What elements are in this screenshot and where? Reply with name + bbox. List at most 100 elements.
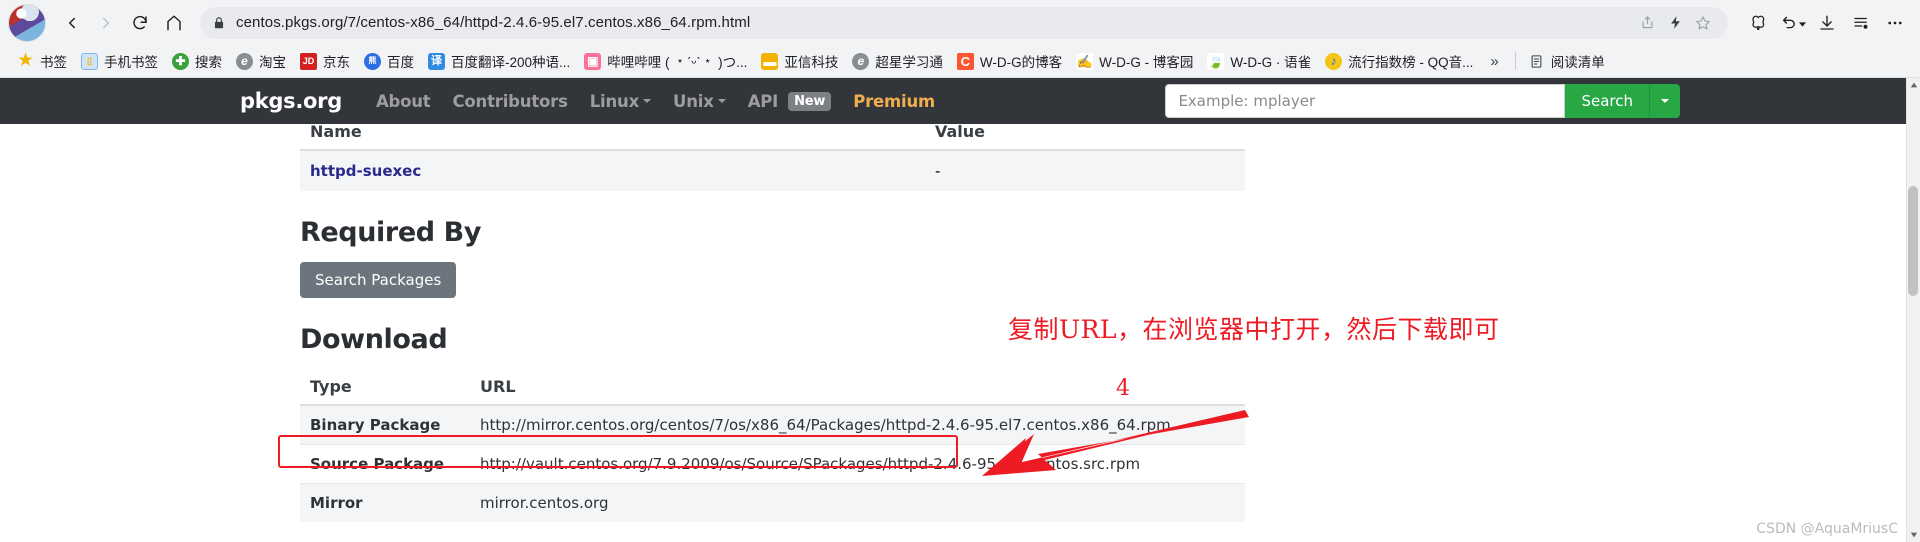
scrollbar-thumb[interactable] [1908,186,1918,296]
bookmark-label: W-D-G - 博客园 [1099,51,1193,71]
reading-list-button[interactable]: 阅读清单 [1522,48,1612,74]
bookmark-item[interactable]: ★ 书签 [10,48,74,74]
annotation-number: 4 [1116,376,1130,401]
provides-table-wrap: Name Value httpd-suexec - [300,116,1620,191]
bookmark-label: 百度翻译-200种语... [451,51,570,71]
star-icon[interactable] [1690,10,1716,36]
yuque-icon: 🍃 [1207,53,1224,70]
annotation-text: 复制URL，在浏览器中打开，然后下载即可 [1008,310,1500,346]
bookmark-item[interactable]: ✍ W-D-G - 博客园 [1069,48,1200,74]
bookmarks-overflow-button[interactable]: » [1480,51,1508,72]
url-text: centos.pkgs.org/7/centos-x86_64/httpd-2.… [236,14,1628,31]
bookmarks-bar: ★ 书签 ▯ 手机书签 ✚搜索e淘宝JD京东熊百度译百度翻译-200种语... ▣ 哔哩哔哩… [0,45,1920,78]
bookmark-label: W-D-G的博客 [980,51,1062,71]
profile-avatar[interactable] [8,4,46,42]
back-button[interactable] [56,7,88,39]
nav-link-about-label: About [376,92,431,111]
bookmark-label: 百度 [387,51,414,71]
bookmark-label: 流行指数榜 - QQ音... [1348,51,1473,71]
bookmark-item[interactable]: 熊百度 [357,48,421,74]
nav-link-contributors[interactable]: Contributors [453,92,568,111]
nav-link-unix[interactable]: Unix [673,92,726,111]
star-icon: ★ [17,53,34,70]
share-icon[interactable] [1634,10,1660,36]
bookmark-item[interactable]: ▣ 哔哩哔哩 ( ﹡ˊᵕˋ﹡ )つ... [577,48,754,74]
nav-link-about[interactable]: About [376,92,431,111]
reload-button[interactable] [124,7,156,39]
nav-link-api-label: API [748,92,778,111]
bookmark-item[interactable]: e淘宝 [229,48,293,74]
scroll-up-arrow[interactable] [1907,78,1920,92]
nav-link-unix-label: Unix [673,92,714,111]
bilibili-icon: ▣ [584,53,601,70]
reading-list-icon [1529,54,1544,69]
cnblogs-icon: ✍ [1076,53,1093,70]
bookmark-label: 书签 [40,51,67,71]
nav-link-contributors-label: Contributors [453,92,568,111]
nav-link-api[interactable]: API New [748,92,832,111]
history-back-icon[interactable] [1778,8,1808,38]
bookmark-item[interactable]: e 超星学习通 [845,48,950,74]
nav-link-premium[interactable]: Premium [853,92,935,111]
scroll-down-arrow[interactable] [1907,528,1920,542]
bookmark-item[interactable]: 🍃W-D-G · 语雀 [1200,48,1318,74]
bookmark-items: ★ 书签 ▯ 手机书签 ✚搜索e淘宝JD京东熊百度译百度翻译-200种语... ▣ 哔哩哔哩… [10,48,1480,74]
search-input[interactable] [1165,84,1565,118]
search-button[interactable]: Search [1565,84,1650,118]
downloads-icon[interactable] [1812,8,1842,38]
bookmark-item[interactable]: JD京东 [293,48,357,74]
address-bar[interactable]: centos.pkgs.org/7/centos-x86_64/httpd-2.… [200,7,1728,39]
bookmark-item[interactable]: ♪流行指数榜 - QQ音... [1318,48,1480,74]
bookmark-item[interactable]: 译百度翻译-200种语... [421,48,577,74]
home-button[interactable] [158,7,190,39]
bookmarks-separator [1515,52,1516,70]
address-bar-actions [1634,10,1716,36]
collections-icon[interactable] [1744,8,1774,38]
search-plus-icon: ✚ [172,53,189,70]
site-navbar: pkgs.org About Contributors Linux Unix A… [0,78,1920,124]
baidu-fanyi-icon: 译 [428,53,445,70]
site-search-form: Search [1165,84,1680,118]
baidu-icon: 熊 [364,53,381,70]
download-type-mirror: Mirror [300,484,470,523]
reading-list-label: 阅读清单 [1551,51,1605,71]
forward-button[interactable] [90,7,122,39]
search-dropdown-button[interactable] [1650,84,1680,118]
bolt-icon[interactable] [1662,10,1688,36]
provides-cell-value: - [925,150,1245,191]
browser-toolbar: centos.pkgs.org/7/centos-x86_64/httpd-2.… [0,0,1920,45]
folder-icon: ▬ [761,53,778,70]
table-row: Mirror mirror.centos.org [300,484,1245,523]
download-type-binary: Binary Package [300,405,470,445]
chaoxing-icon: e [852,53,869,70]
bookmark-item[interactable]: ▯ 手机书签 [74,48,165,74]
bookmark-label: 手机书签 [104,51,158,71]
toolbar-right-actions [1744,8,1910,38]
provides-table: Name Value httpd-suexec - [300,116,1245,191]
provides-package-link[interactable]: httpd-suexec [310,162,421,180]
bookmark-label: 哔哩哔哩 ( ﹡ˊᵕˋ﹡ )つ... [607,51,747,71]
bookmark-item[interactable]: C W-D-G的博客 [950,48,1069,74]
bookmark-item[interactable]: ▬ 亚信科技 [754,48,845,74]
bookmark-label: 亚信科技 [784,51,838,71]
csdn-icon: C [957,53,974,70]
phone-bookmark-icon: ▯ [81,53,98,70]
required-by-heading: Required By [300,217,1620,248]
bookmark-item[interactable]: ✚搜索 [165,48,229,74]
nav-link-premium-label: Premium [853,92,935,111]
table-row: httpd-suexec - [300,150,1245,191]
download-type-source: Source Package [300,445,470,484]
site-logo[interactable]: pkgs.org [240,89,342,113]
chevron-down-icon [643,99,651,103]
api-new-badge: New [788,92,831,111]
nav-link-linux[interactable]: Linux [590,92,651,111]
more-options-icon[interactable] [1880,8,1910,38]
nav-link-linux-label: Linux [590,92,639,111]
bookmark-label: 京东 [323,51,350,71]
download-url-mirror[interactable]: mirror.centos.org [470,484,1245,523]
sidebar-icon[interactable] [1846,8,1876,38]
search-packages-button[interactable]: Search Packages [300,262,456,298]
browser-chrome: centos.pkgs.org/7/centos-x86_64/httpd-2.… [0,0,1920,78]
page-scrollbar[interactable] [1906,78,1920,542]
bookmark-label: 超星学习通 [875,51,943,71]
